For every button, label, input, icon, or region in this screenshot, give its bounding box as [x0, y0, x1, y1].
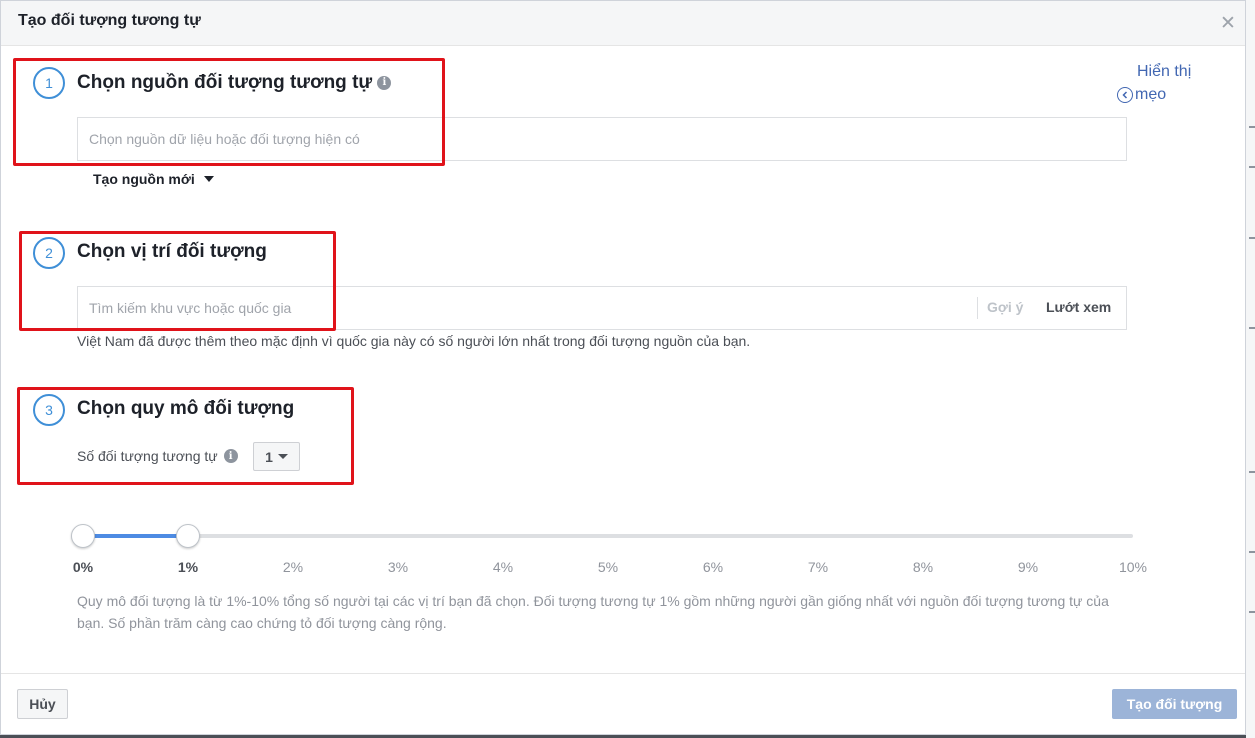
dialog-header: Tạo đối tượng tương tự ✕ [1, 1, 1245, 46]
chevron-left-icon [1117, 86, 1133, 103]
create-audience-button[interactable]: Tạo đối tượng [1112, 689, 1237, 719]
input-divider [977, 297, 978, 319]
create-lookalike-dialog: Tạo đối tượng tương tự ✕ Hiển thị mẹo 1 … [0, 0, 1246, 735]
cancel-button[interactable]: Hủy [17, 689, 68, 719]
slider-tick-label: 0% [72, 559, 94, 575]
background-page-edge [1246, 0, 1255, 738]
dialog-title: Tạo đối tượng tương tự [18, 12, 201, 29]
create-new-source-label: Tạo nguồn mới [93, 171, 195, 187]
audience-size-description: Quy mô đối tượng là từ 1%-10% tổng số ng… [77, 593, 1109, 631]
slider-tick-label: 10% [1118, 559, 1148, 575]
highlight-box-step-1 [13, 58, 445, 166]
caret-down-icon [203, 176, 214, 182]
highlight-box-step-3 [17, 387, 354, 485]
suggest-button[interactable]: Gợi ý [987, 299, 1023, 315]
slider-tick-label: 7% [807, 559, 829, 575]
slider-tick-label: 6% [702, 559, 724, 575]
slider-tick-label: 8% [912, 559, 934, 575]
highlight-box-step-2 [19, 231, 336, 331]
slider-tick-label: 5% [597, 559, 619, 575]
slider-tick-label: 4% [492, 559, 514, 575]
slider-tick-label: 9% [1017, 559, 1039, 575]
slider-tick-label: 3% [387, 559, 409, 575]
slider-handle-end[interactable] [176, 524, 200, 548]
tips-label-line1: Hiển thị [1137, 63, 1192, 80]
show-tips-link[interactable]: Hiển thị mẹo [1117, 60, 1207, 106]
slider-tick-label: 2% [282, 559, 304, 575]
tips-label-line2: mẹo [1135, 86, 1167, 103]
browse-button[interactable]: Lướt xem [1046, 299, 1111, 315]
create-new-source-dropdown[interactable]: Tạo nguồn mới [93, 171, 214, 187]
slider-handle-start[interactable] [71, 524, 95, 548]
footer-divider [1, 673, 1245, 674]
default-location-note: Việt Nam đã được thêm theo mặc định vì q… [77, 333, 751, 349]
close-icon[interactable]: ✕ [1220, 12, 1236, 35]
audience-size-slider-fill [83, 534, 188, 538]
tips-line2: mẹo [1117, 83, 1207, 106]
slider-tick-label: 1% [177, 559, 199, 575]
audience-size-slider-track[interactable] [83, 534, 1133, 538]
